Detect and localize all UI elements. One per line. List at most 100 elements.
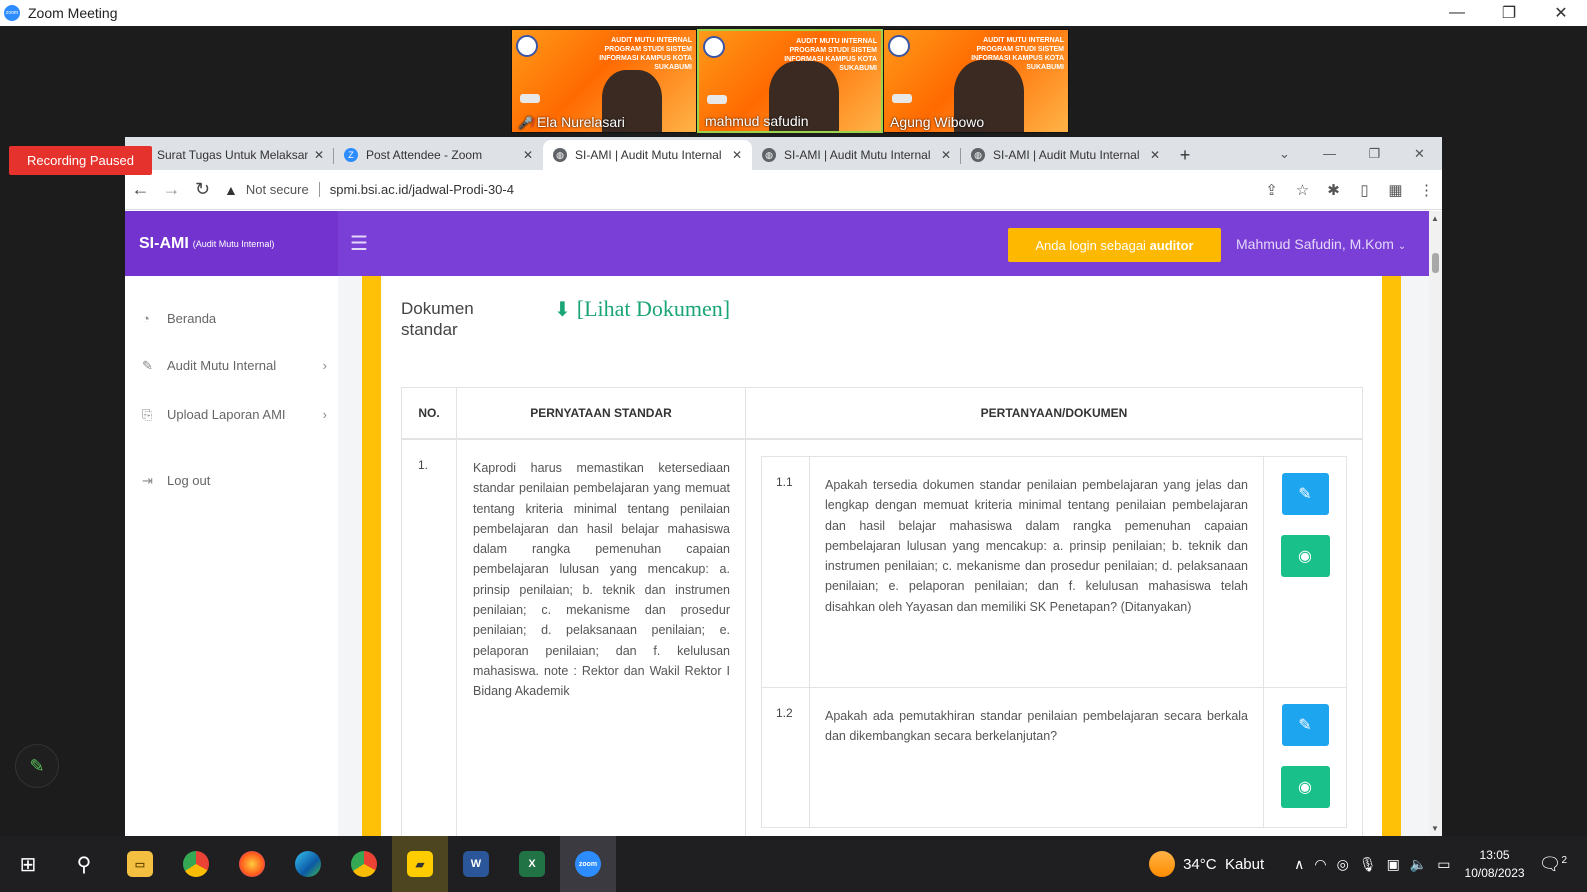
tab-search-icon[interactable]: ⌄ [1262, 137, 1307, 170]
banner-text: AUDIT MUTU INTERNAL PROGRAM STUDI SISTEM… [599, 37, 692, 71]
table-header: NO. PERNYATAAN STANDAR PERTANYAAN/DOKUME… [402, 388, 1362, 440]
page-scrollbar[interactable]: ▲ ▼ [1429, 211, 1442, 836]
display-icon[interactable]: ▣ [1387, 856, 1400, 873]
participant-thumbnail-active[interactable]: AUDIT MUTU INTERNAL PROGRAM STUDI SISTEM… [697, 29, 883, 133]
bookmark-star-icon[interactable]: ☆ [1287, 174, 1318, 205]
file-explorer-icon[interactable]: ▭ [112, 836, 168, 892]
brand[interactable]: SI-AMI (Audit Mutu Internal) [125, 211, 338, 276]
warning-icon: ▲ [224, 181, 238, 198]
sticky-notes-icon[interactable]: ▰ [392, 836, 448, 892]
chevron-up-icon[interactable]: ∧ [1294, 856, 1304, 873]
browser-tab[interactable]: ◍ SI-AMI | Audit Mutu Internal ✕ [752, 140, 961, 170]
sponsor-logo-icon [707, 95, 727, 104]
microphone-icon[interactable]: 🎙 [1359, 856, 1377, 873]
question-item: 1.1 Apakah tersedia dokumen standar peni… [761, 456, 1347, 688]
url-text[interactable]: spmi.bsi.ac.id/jadwal-Prodi-30-4 [330, 182, 514, 197]
menu-icon[interactable]: ⋮ [1411, 174, 1442, 205]
scrollbar-thumb[interactable] [1432, 253, 1439, 273]
annotate-pencil-icon[interactable]: ✎ [15, 744, 59, 788]
browser-tab-active[interactable]: ◍ SI-AMI | Audit Mutu Internal ✕ [543, 140, 752, 170]
search-icon[interactable]: ⚲ [56, 836, 112, 892]
sponsor-logo-icon [520, 94, 540, 103]
view-button[interactable]: ◉ [1280, 535, 1330, 577]
top-navbar: SI-AMI (Audit Mutu Internal) ☰ Anda logi… [125, 211, 1429, 276]
address-bar[interactable]: ▲ Not secure spmi.bsi.ac.id/jadwal-Prodi… [224, 175, 1224, 205]
reload-icon[interactable]: ↻ [187, 174, 218, 205]
tab-close-icon[interactable]: ✕ [1150, 148, 1160, 162]
eye-icon: ◉ [1298, 779, 1312, 796]
audit-table: NO. PERNYATAAN STANDAR PERTANYAAN/DOKUME… [401, 387, 1363, 836]
browser-tab[interactable]: ◍ SI-AMI | Audit Mutu Internal ✕ [961, 140, 1170, 170]
sidebar: ◔ Beranda ✎ Audit Mutu Internal › ⎘ Uplo… [125, 276, 338, 836]
chevron-right-icon: › [322, 407, 327, 422]
browser-tab[interactable]: Z Post Attendee - Zoom ✕ [334, 140, 543, 170]
participant-name: mahmud safudin [705, 113, 809, 129]
recording-status-badge[interactable]: Recording Paused [9, 146, 152, 175]
question-actions: ✎ ◉ [1264, 688, 1346, 827]
chrome-profile-icon[interactable] [336, 836, 392, 892]
chrome-icon[interactable] [168, 836, 224, 892]
restore-icon[interactable]: ❐ [1352, 137, 1397, 170]
user-menu[interactable]: Mahmud Safudin, M.Kom ⌄ [1236, 236, 1406, 252]
restore-icon[interactable]: ❐ [1483, 0, 1535, 26]
scroll-up-icon[interactable]: ▲ [1431, 214, 1439, 223]
table-row: 1. Kaprodi harus memastikan ketersediaan… [402, 440, 1362, 836]
participant-thumbnail[interactable]: AUDIT MUTU INTERNAL PROGRAM STUDI SISTEM… [883, 29, 1069, 133]
notification-icon[interactable]: 🗨2 [1539, 854, 1567, 875]
mic-muted-icon: 🎤̸ [518, 116, 533, 130]
extensions-icon[interactable]: ✱ [1318, 174, 1349, 205]
side-panel-icon[interactable]: ▯ [1349, 174, 1380, 205]
scroll-down-icon[interactable]: ▼ [1431, 824, 1439, 833]
security-label[interactable]: Not secure [246, 182, 320, 197]
word-icon[interactable]: W [448, 836, 504, 892]
zoom-logo-icon: zoom [4, 5, 20, 21]
questions-cell: 1.1 Apakah tersedia dokumen standar peni… [746, 440, 1362, 836]
chevron-down-icon: ⌄ [1397, 241, 1407, 252]
minimize-icon[interactable]: — [1307, 137, 1352, 170]
col-header-question: PERTANYAAN/DOKUMEN [980, 406, 1128, 420]
minimize-icon[interactable]: — [1431, 0, 1483, 26]
edit-button[interactable]: ✎ [1281, 704, 1329, 746]
volume-icon[interactable]: 🔈 [1410, 856, 1427, 873]
participant-name: 🎤̸ Ela Nurelasari [518, 114, 625, 130]
eye-icon: ◉ [1298, 548, 1312, 565]
profile-icon[interactable]: ▦ [1380, 174, 1411, 205]
globe-favicon-icon: ◍ [762, 148, 776, 162]
sidebar-item-audit[interactable]: ✎ Audit Mutu Internal › [142, 358, 327, 374]
sidebar-item-beranda[interactable]: ◔ Beranda [142, 311, 327, 326]
tab-strip: Surat Tugas Untuk Melaksan ✕ Z Post Atte… [125, 137, 1442, 170]
sidebar-item-upload[interactable]: ⎘ Upload Laporan AMI › [142, 405, 327, 425]
login-role-badge[interactable]: Anda login sebagai auditor [1008, 228, 1221, 262]
edit-button[interactable]: ✎ [1281, 473, 1329, 515]
tab-close-icon[interactable]: ✕ [732, 148, 742, 162]
network-icon[interactable]: ◠ [1314, 856, 1326, 873]
view-document-link[interactable]: ⬇ [Lihat Dokumen] [554, 296, 730, 322]
hamburger-menu-icon[interactable]: ☰ [350, 231, 368, 256]
firefox-icon[interactable] [224, 836, 280, 892]
tab-close-icon[interactable]: ✕ [941, 148, 951, 162]
tab-close-icon[interactable]: ✕ [523, 148, 533, 162]
participant-thumbnail[interactable]: AUDIT MUTU INTERNAL PROGRAM STUDI SISTEM… [511, 29, 697, 133]
battery-icon[interactable]: ▭ [1437, 856, 1450, 873]
zoom-app-icon[interactable]: zoom [560, 836, 616, 892]
view-button[interactable]: ◉ [1280, 766, 1330, 808]
zoom-titlebar: zoom Zoom Meeting — ❐ ✕ [0, 0, 1587, 26]
edge-icon[interactable] [280, 836, 336, 892]
close-icon[interactable]: ✕ [1535, 0, 1587, 26]
browser-tab[interactable]: Surat Tugas Untuk Melaksan ✕ [125, 140, 334, 170]
start-icon[interactable]: ⊞ [0, 836, 56, 892]
share-icon[interactable]: ⇪ [1256, 174, 1287, 205]
participant-name: Agung Wibowo [890, 114, 985, 130]
excel-icon[interactable]: X [504, 836, 560, 892]
close-icon[interactable]: ✕ [1397, 137, 1442, 170]
webcam-icon[interactable]: ◎ [1337, 856, 1349, 873]
clock[interactable]: 13:05 10/08/2023 [1465, 846, 1525, 882]
back-icon[interactable]: ← [125, 174, 156, 205]
tab-close-icon[interactable]: ✕ [314, 148, 324, 162]
new-tab-icon[interactable]: + [1170, 140, 1200, 170]
weather-widget[interactable]: 34°C Kabut [1149, 851, 1264, 877]
zoom-favicon-icon: Z [344, 148, 358, 162]
sidebar-item-logout[interactable]: ⇥ Log out [142, 473, 327, 489]
question-actions: ✎ ◉ [1264, 457, 1346, 687]
forward-icon[interactable]: → [156, 174, 187, 205]
